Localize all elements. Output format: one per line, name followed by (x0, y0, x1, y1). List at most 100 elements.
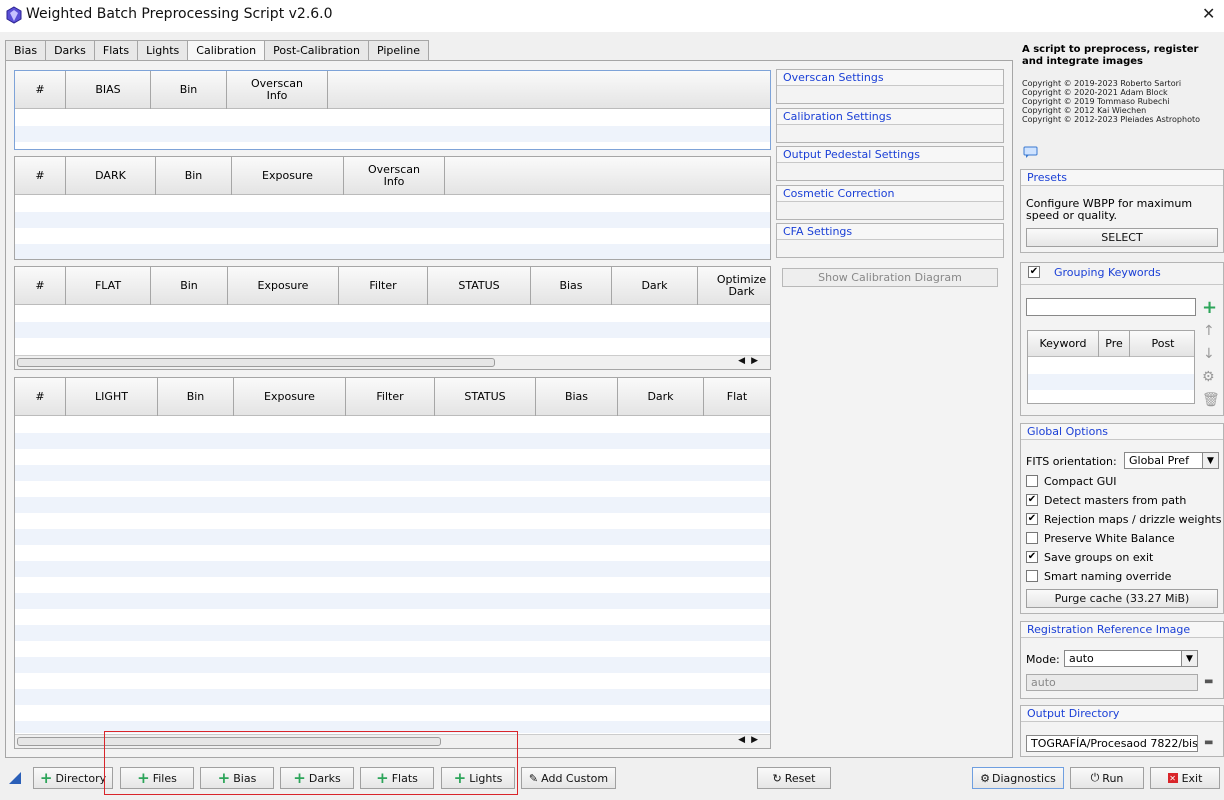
move-up-icon[interactable]: ↑ (1203, 323, 1215, 339)
close-icon[interactable]: ✕ (1202, 4, 1215, 23)
folder-icon[interactable]: ▬ (1204, 737, 1213, 748)
keyword-table[interactable]: Keyword Pre Post (1027, 330, 1195, 404)
bias-col-index[interactable]: # (15, 71, 66, 109)
tab-calibration[interactable]: Calibration (187, 40, 266, 62)
keyword-col-post[interactable]: Post (1130, 331, 1194, 357)
reset-button[interactable]: ↻ Reset (757, 767, 831, 789)
option-detect-masters[interactable]: ✔ Detect masters from path (1026, 491, 1186, 509)
flat-col-name[interactable]: FLAT (66, 267, 151, 305)
light-col-name[interactable]: LIGHT (66, 378, 158, 416)
light-col-dark[interactable]: Dark (618, 378, 704, 416)
dark-col-index[interactable]: # (15, 157, 66, 195)
cosmetic-correction-title[interactable]: Cosmetic Correction (777, 186, 1003, 202)
flat-col-filter[interactable]: Filter (339, 267, 428, 305)
diagnostics-button[interactable]: ⚙ Diagnostics (972, 767, 1064, 789)
tab-darks[interactable]: Darks (45, 40, 95, 61)
light-col-status[interactable]: STATUS (435, 378, 536, 416)
option-save-groups[interactable]: ✔ Save groups on exit (1026, 548, 1153, 566)
chat-bubble-icon[interactable] (1023, 146, 1038, 159)
compact-gui-checkbox[interactable] (1026, 475, 1038, 487)
tab-lights[interactable]: Lights (137, 40, 189, 61)
light-col-index[interactable]: # (15, 378, 66, 416)
move-down-icon[interactable]: ↓ (1203, 346, 1215, 362)
flat-col-index[interactable]: # (15, 267, 66, 305)
dark-col-overscan[interactable]: Overscan Info (344, 157, 445, 195)
exit-button[interactable]: ✕ Exit (1150, 767, 1220, 789)
flat-col-exposure[interactable]: Exposure (228, 267, 339, 305)
registration-reference-title: Registration Reference Image (1021, 622, 1223, 638)
option-smart-naming[interactable]: Smart naming override (1026, 567, 1171, 585)
run-button[interactable]: ⏻ Run (1070, 767, 1144, 789)
grouping-keywords-title[interactable]: Grouping Keywords (1054, 266, 1161, 279)
chevron-down-icon[interactable]: ▼ (1202, 453, 1218, 468)
detect-masters-checkbox[interactable]: ✔ (1026, 494, 1038, 506)
bias-col-overscan[interactable]: Overscan Info (227, 71, 328, 109)
folder-icon[interactable]: ▬ (1204, 676, 1213, 687)
smart-naming-checkbox[interactable] (1026, 570, 1038, 582)
output-pedestal-title[interactable]: Output Pedestal Settings (777, 147, 1003, 163)
light-table[interactable]: # LIGHT Bin Exposure Filter STATUS Bias … (14, 377, 771, 749)
keyword-col-keyword[interactable]: Keyword (1028, 331, 1099, 357)
chevron-down-icon[interactable]: ▼ (1181, 651, 1197, 666)
dark-col-exposure[interactable]: Exposure (232, 157, 344, 195)
tab-pipeline[interactable]: Pipeline (367, 40, 430, 61)
tab-flats[interactable]: Flats (93, 40, 139, 61)
overscan-settings-group[interactable]: Overscan Settings (776, 69, 1004, 104)
option-label: Save groups on exit (1044, 550, 1154, 564)
light-scroll-arrows-icon[interactable]: ◀▶ (738, 735, 764, 745)
cosmetic-correction-group[interactable]: Cosmetic Correction (776, 185, 1004, 220)
bias-col-bin[interactable]: Bin (151, 71, 227, 109)
reset-icon: ↻ (772, 771, 782, 785)
mode-select[interactable]: auto ▼ (1064, 650, 1198, 667)
presets-select-button[interactable]: SELECT (1026, 228, 1218, 247)
flat-col-dark[interactable]: Dark (612, 267, 698, 305)
new-instance-icon[interactable] (9, 772, 21, 784)
output-pedestal-group[interactable]: Output Pedestal Settings (776, 146, 1004, 181)
cfa-settings-title[interactable]: CFA Settings (777, 224, 1003, 240)
flat-scroll-thumb[interactable] (17, 358, 495, 367)
light-col-bias[interactable]: Bias (536, 378, 618, 416)
option-label: Detect masters from path (1044, 493, 1187, 507)
flat-horizontal-scrollbar[interactable]: ◀▶ (15, 355, 770, 369)
overscan-settings-title[interactable]: Overscan Settings (777, 70, 1003, 86)
light-col-exposure[interactable]: Exposure (234, 378, 346, 416)
flat-table[interactable]: # FLAT Bin Exposure Filter STATUS Bias D… (14, 266, 771, 370)
flat-col-optimize-dark[interactable]: Optimize Dark (698, 267, 770, 305)
add-directory-button[interactable]: + Directory (33, 767, 113, 789)
flat-col-bias[interactable]: Bias (531, 267, 612, 305)
tab-bias[interactable]: Bias (5, 40, 47, 61)
light-col-filter[interactable]: Filter (346, 378, 435, 416)
light-col-bin[interactable]: Bin (158, 378, 234, 416)
purge-cache-button[interactable]: Purge cache (33.27 MiB) (1026, 589, 1218, 608)
tab-post-calibration[interactable]: Post-Calibration (264, 40, 369, 61)
registration-path-field[interactable]: auto (1026, 674, 1198, 691)
dark-col-bin[interactable]: Bin (156, 157, 232, 195)
flat-col-status[interactable]: STATUS (428, 267, 531, 305)
light-col-flat[interactable]: Flat (704, 378, 770, 416)
add-custom-button[interactable]: ✎ Add Custom (521, 767, 616, 789)
calibration-settings-title[interactable]: Calibration Settings (777, 109, 1003, 125)
gear-icon[interactable]: ⚙ (1202, 369, 1215, 385)
keyword-input[interactable] (1026, 298, 1196, 316)
bias-table[interactable]: # BIAS Bin Overscan Info (14, 70, 771, 150)
option-preserve-white-balance[interactable]: Preserve White Balance (1026, 529, 1175, 547)
show-calibration-diagram-button[interactable]: Show Calibration Diagram (782, 268, 998, 287)
fits-orientation-select[interactable]: Global Pref ▼ (1124, 452, 1219, 469)
output-directory-field[interactable]: TOGRAFÍA/Procesaod 7822/bis1 (1026, 735, 1198, 752)
delete-icon[interactable]: 🗑 (1202, 392, 1220, 408)
dark-col-name[interactable]: DARK (66, 157, 156, 195)
option-rejection-maps[interactable]: ✔ Rejection maps / drizzle weights (1026, 510, 1221, 528)
dark-table[interactable]: # DARK Bin Exposure Overscan Info (14, 156, 771, 260)
flat-col-bin[interactable]: Bin (151, 267, 228, 305)
preserve-white-balance-checkbox[interactable] (1026, 532, 1038, 544)
keyword-col-pre[interactable]: Pre (1099, 331, 1130, 357)
bias-col-name[interactable]: BIAS (66, 71, 151, 109)
rejection-maps-checkbox[interactable]: ✔ (1026, 513, 1038, 525)
flat-scroll-arrows-icon[interactable]: ◀▶ (738, 356, 764, 366)
add-keyword-icon[interactable]: + (1202, 297, 1217, 318)
grouping-keywords-checkbox[interactable]: ✔ (1028, 266, 1040, 278)
calibration-settings-group[interactable]: Calibration Settings (776, 108, 1004, 143)
option-compact-gui[interactable]: Compact GUI (1026, 472, 1117, 490)
cfa-settings-group[interactable]: CFA Settings (776, 223, 1004, 258)
save-groups-checkbox[interactable]: ✔ (1026, 551, 1038, 563)
